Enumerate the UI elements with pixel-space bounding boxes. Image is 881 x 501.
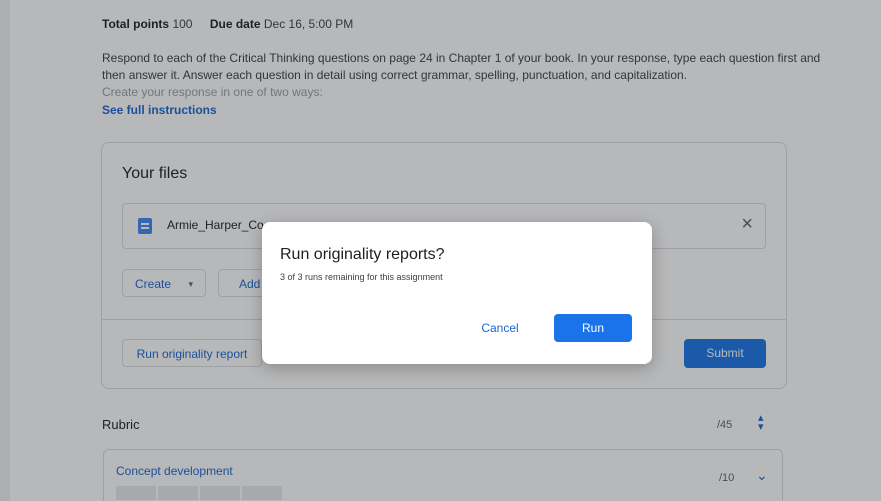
dialog-title: Run originality reports? <box>280 246 445 263</box>
run-button[interactable]: Run <box>554 314 632 342</box>
dialog-subtitle: 3 of 3 runs remaining for this assignmen… <box>280 272 443 282</box>
cancel-button[interactable]: Cancel <box>470 314 530 342</box>
originality-report-dialog: Run originality reports? 3 of 3 runs rem… <box>262 222 652 364</box>
